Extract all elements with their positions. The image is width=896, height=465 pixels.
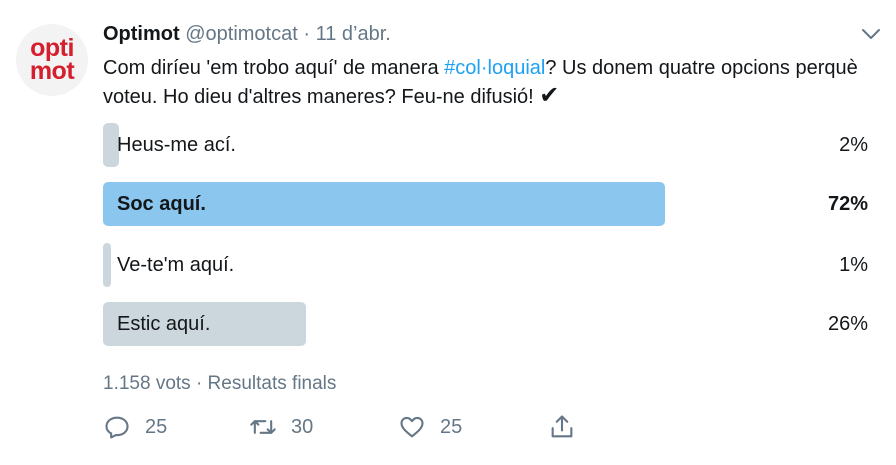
author-handle[interactable]: @optimotcat <box>185 23 298 45</box>
poll-summary: 1.158 vots · Resultats finals <box>103 373 337 394</box>
check-mark-icon: ✔ <box>539 82 560 109</box>
retweet-count: 30 <box>291 415 314 438</box>
like-button[interactable]: 25 <box>398 410 462 444</box>
poll-option-label: Ve-te'm aquí. <box>117 254 235 276</box>
heart-icon <box>400 416 424 438</box>
reply-button[interactable]: 25 <box>103 410 167 444</box>
poll-option-percent: 72% <box>827 193 868 215</box>
share-icon <box>551 415 573 438</box>
author-name[interactable]: Optimot <box>103 23 180 45</box>
reply-icon <box>105 416 129 439</box>
retweet-icon <box>250 420 276 434</box>
like-count: 25 <box>440 415 463 438</box>
tweet-text: Com diríeu 'em trobo aquí' de manera #co… <box>103 54 888 111</box>
chevron-down-icon[interactable] <box>860 26 882 42</box>
avatar-text-line2: mot <box>29 57 75 85</box>
tweet-date[interactable]: 11 d’abr. <box>316 23 391 45</box>
poll-option: Estic aquí. 26% <box>103 302 868 346</box>
poll-option: Heus-me ací. 2% <box>103 123 868 167</box>
retweet-button[interactable]: 30 <box>249 410 313 444</box>
poll-option-label: Soc aquí. <box>117 193 206 215</box>
poll-option: Ve-te'm aquí. 1% <box>103 243 868 287</box>
poll-option-percent: 2% <box>839 134 868 156</box>
poll-bar <box>103 243 111 287</box>
poll-option-percent: 26% <box>827 313 868 335</box>
share-button[interactable] <box>548 410 576 444</box>
poll-option: Soc aquí. 72% <box>103 182 868 226</box>
tweet-actions: 25 30 25 <box>103 410 603 444</box>
poll-option-label: Heus-me ací. <box>117 134 236 156</box>
reply-count: 25 <box>145 415 168 438</box>
poll-option-label: Estic aquí. <box>117 313 211 335</box>
tweet-header: Optimot @optimotcat · 11 d’abr. <box>103 22 391 46</box>
avatar[interactable]: opti mot <box>16 24 88 96</box>
header-separator: · <box>303 23 311 45</box>
poll-option-percent: 1% <box>839 254 868 276</box>
tweet-text-before: Com diríeu 'em trobo aquí' de manera <box>103 57 445 79</box>
hashtag-link[interactable]: #col·loquial <box>444 57 545 79</box>
